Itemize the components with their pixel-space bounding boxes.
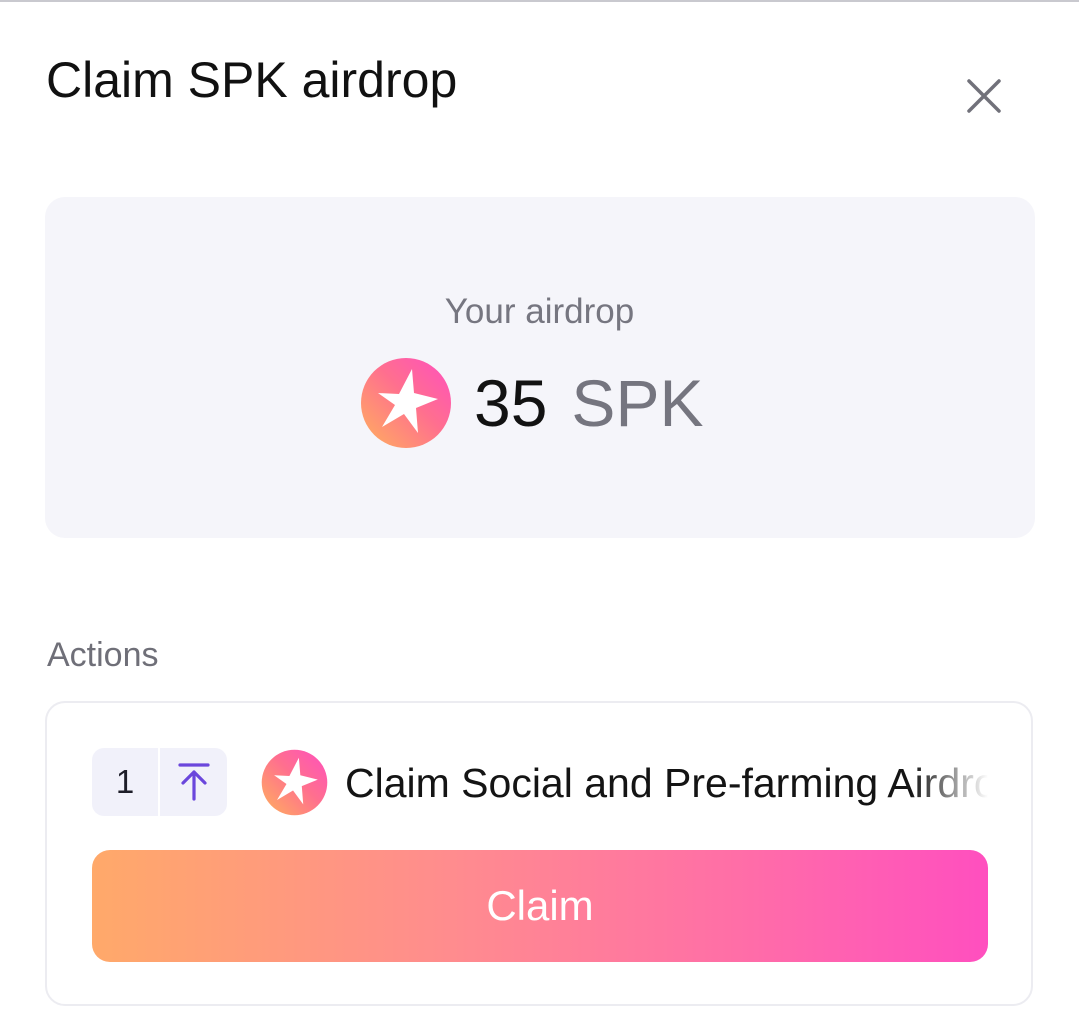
airdrop-amount-row: 35 SPK [360,356,704,450]
arrow-up-to-line-icon [177,763,210,801]
close-button[interactable] [958,70,1010,122]
action-title: Claim Social and Pre-farming Airdrop [345,760,988,806]
actions-heading: Actions [47,636,159,674]
top-divider [0,0,1079,2]
claim-button[interactable]: Claim [92,850,988,962]
airdrop-unit: SPK [571,366,704,440]
spark-token-icon [361,358,451,448]
step-icon-cell [160,748,227,816]
close-icon [967,79,1001,113]
airdrop-label: Your airdrop [444,292,635,331]
airdrop-amount: 35 [474,366,548,440]
modal-title: Claim SPK airdrop [46,52,458,108]
step-indicator: 1 [92,748,227,816]
step-number: 1 [92,748,160,816]
spark-token-icon [261,749,328,816]
